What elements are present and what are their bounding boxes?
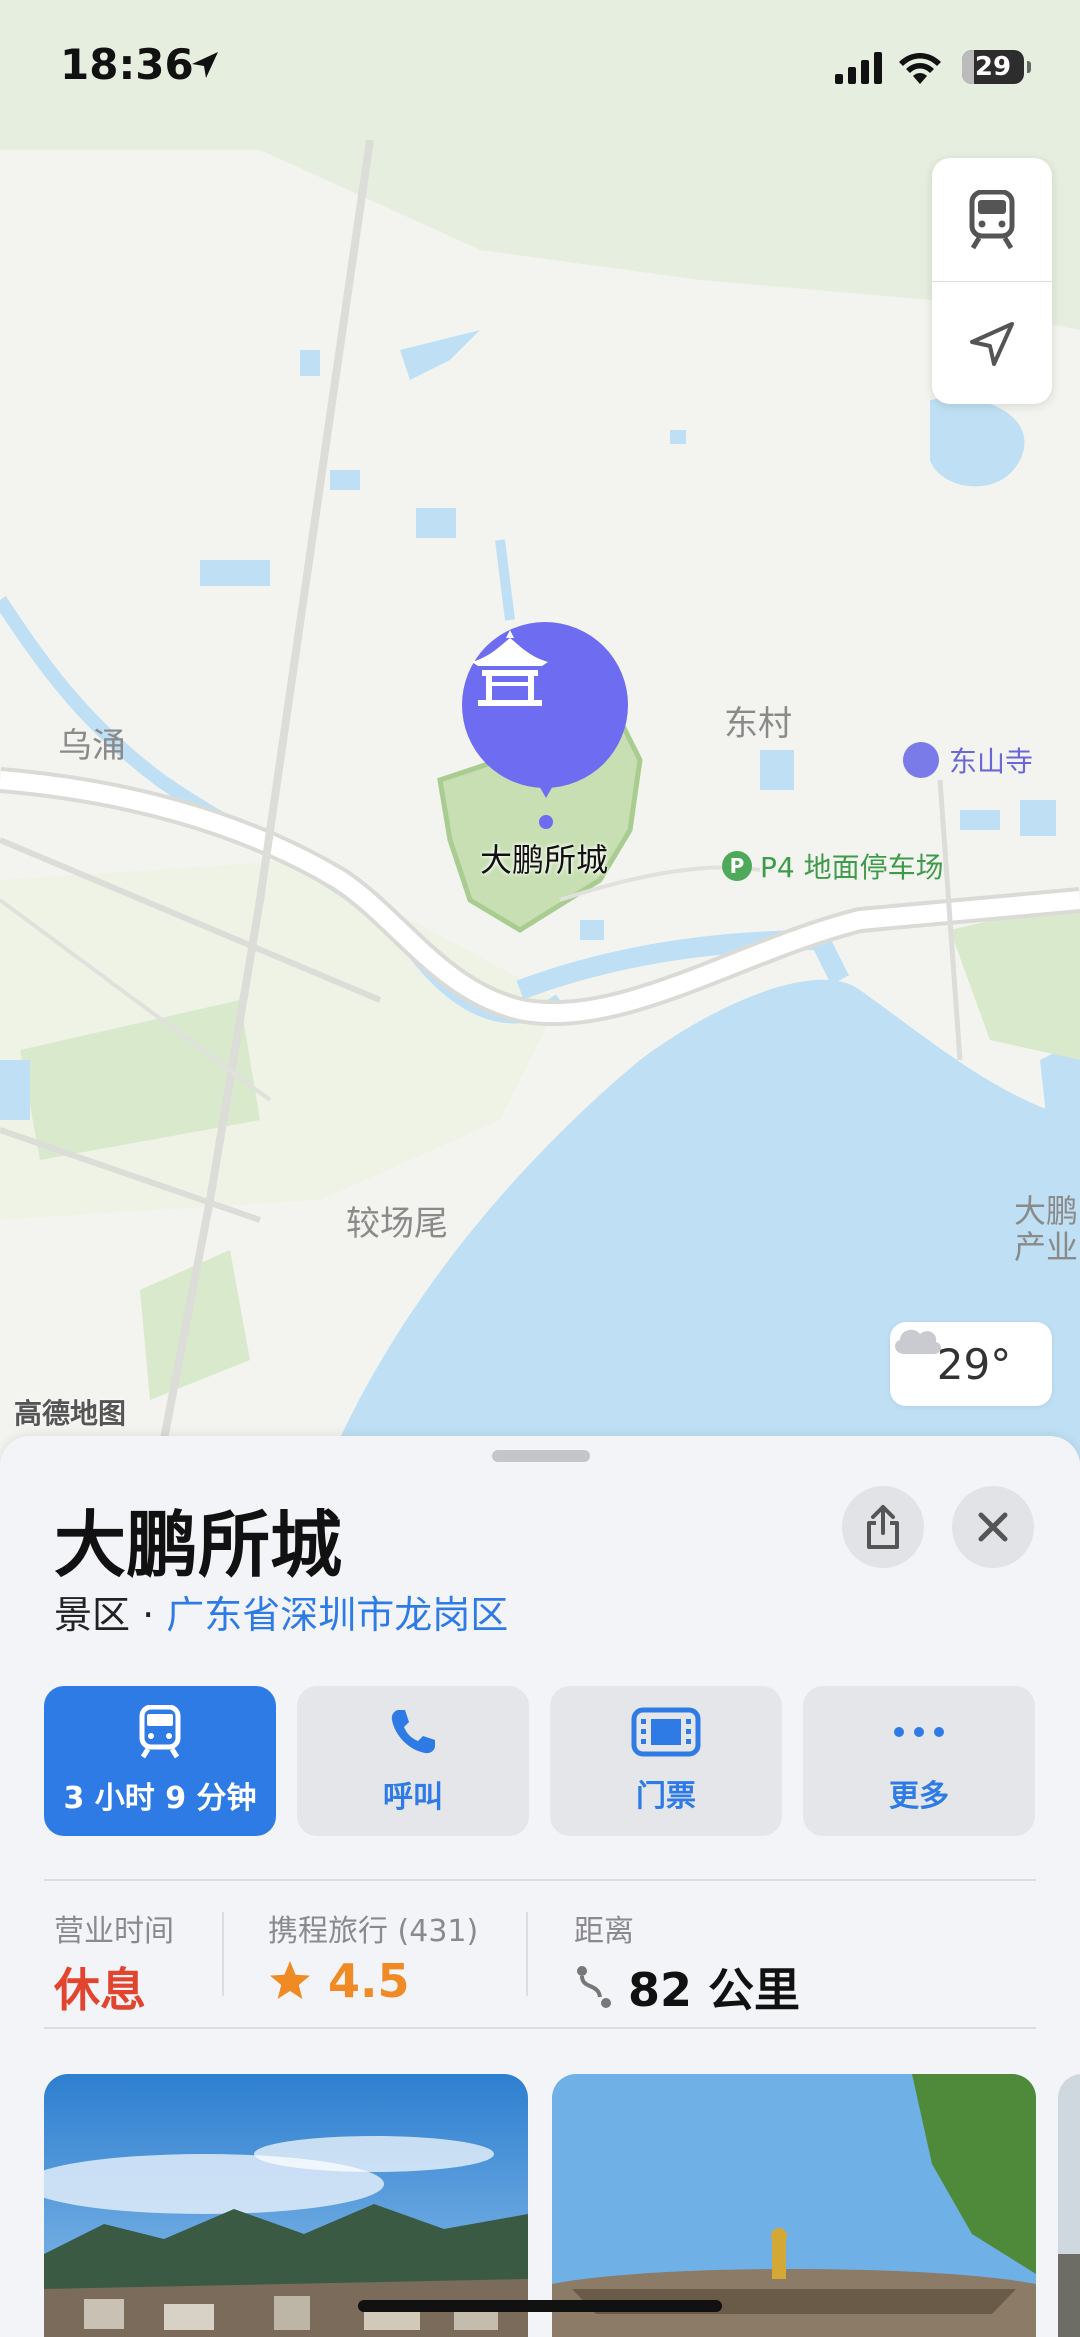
train-icon: [139, 1705, 181, 1759]
share-icon: [867, 1505, 899, 1549]
ticket-icon: [631, 1707, 701, 1757]
map-view[interactable]: 乌涌 东村 较场尾 大鹏 产业 大鹏所城 东山寺 P P4 地面停车场 29° …: [0, 0, 1080, 1460]
photo-2[interactable]: [552, 2074, 1036, 2337]
call-label: 呼叫: [383, 1780, 443, 1815]
sheet-grabber[interactable]: [492, 1450, 590, 1462]
rating-key: 携程旅行 (431): [268, 1914, 479, 1949]
wifi-icon: [899, 53, 941, 84]
hours-key: 营业时间: [54, 1914, 174, 1949]
cellular-signal-icon: [835, 52, 882, 84]
train-icon: [969, 189, 1015, 249]
more-label: 更多: [889, 1779, 949, 1814]
rating-info[interactable]: 携程旅行 (431) 4.5: [268, 1906, 479, 2008]
directions-label: 3 小时 9 分钟: [63, 1781, 257, 1816]
close-icon: [978, 1512, 1008, 1542]
map-controls: [932, 158, 1052, 404]
subtitle-separator: ·: [130, 1593, 167, 1637]
pavilion-icon: [472, 630, 548, 706]
status-bar: 18:36 29: [0, 0, 1080, 130]
parking-icon: P: [722, 851, 752, 881]
poi-parking-label: P4 地面停车场: [760, 851, 944, 884]
home-indicator[interactable]: [358, 2300, 722, 2312]
status-time: 18:36: [60, 40, 194, 89]
action-buttons: 3 小时 9 分钟 呼叫 门票 更多: [44, 1686, 1036, 1836]
photo-landscape-image: [44, 2074, 528, 2337]
poi-pin[interactable]: [462, 622, 628, 788]
divider: [44, 1879, 1036, 1881]
photo-3[interactable]: [1058, 2074, 1080, 2337]
rating-value: 4.5: [328, 1954, 410, 2008]
photo-1[interactable]: [44, 2074, 528, 2337]
route-icon: [577, 1966, 611, 2008]
map-label-dapeng-industry-2: 产业: [1014, 1228, 1079, 1266]
hours-info[interactable]: 营业时间 休息: [54, 1906, 174, 2017]
tickets-label: 门票: [636, 1779, 696, 1814]
poi-temple[interactable]: 东山寺: [903, 740, 1033, 780]
location-arrow-icon: [192, 52, 218, 78]
place-subtitle: 景区 · 广东省深圳市龙岗区: [54, 1584, 508, 1639]
weather-temp: 29°: [936, 1339, 1012, 1389]
photo-temple-image: [552, 2074, 1036, 2337]
poi-pin-dot: [539, 815, 553, 829]
distance-row: 82 公里: [574, 1954, 800, 2020]
divider: [44, 2027, 1036, 2029]
info-separator: [526, 1912, 528, 1996]
distance-info: 距离 82 公里: [574, 1906, 800, 2017]
more-icon: [894, 1727, 944, 1737]
place-region-link[interactable]: 广东省深圳市龙岗区: [166, 1593, 508, 1637]
more-button[interactable]: 更多: [803, 1686, 1035, 1836]
poi-pin-tail: [530, 770, 562, 798]
place-card-sheet[interactable]: 大鹏所城 景区 · 广东省深圳市龙岗区 3 小时 9 分钟 呼叫 门票 更多 营…: [0, 1436, 1080, 2337]
location-arrow-outline-icon: [970, 321, 1014, 366]
star-icon: [270, 1961, 310, 1999]
distance-value: 82 公里: [628, 1963, 801, 2017]
battery-level: 29: [974, 52, 1012, 82]
place-title: 大鹏所城: [54, 1503, 343, 1587]
call-button[interactable]: 呼叫: [297, 1686, 529, 1836]
close-button[interactable]: [952, 1486, 1034, 1568]
poi-parking[interactable]: P P4 地面停车场: [722, 846, 944, 886]
info-separator: [222, 1912, 224, 1996]
cloud-icon: [895, 1329, 942, 1354]
poi-temple-label: 东山寺: [949, 745, 1034, 778]
map-label-dongcun: 东村: [724, 704, 792, 744]
battery-tip: [1027, 61, 1031, 73]
phone-icon: [391, 1710, 435, 1754]
map-label-jiaochangwei: 较场尾: [346, 1204, 448, 1244]
photo-partial-image: [1058, 2074, 1080, 2337]
rating-row: 4.5: [268, 1954, 478, 2008]
distance-key: 距离: [574, 1914, 634, 1949]
directions-button[interactable]: 3 小时 9 分钟: [44, 1686, 276, 1836]
map-label-wuyong: 乌涌: [58, 726, 126, 766]
transit-mode-button[interactable]: [932, 158, 1052, 281]
battery-indicator: 29: [962, 50, 1024, 84]
share-button[interactable]: [842, 1486, 924, 1568]
place-category: 景区: [54, 1593, 131, 1637]
hours-value: 休息: [54, 1963, 146, 2017]
temple-icon: [903, 742, 939, 778]
poi-pin-label[interactable]: 大鹏所城: [480, 835, 608, 881]
current-location-button[interactable]: [932, 282, 1052, 405]
map-provider-logo: 高德地图: [14, 1397, 127, 1430]
weather-badge[interactable]: 29°: [890, 1322, 1052, 1406]
tickets-button[interactable]: 门票: [550, 1686, 782, 1836]
